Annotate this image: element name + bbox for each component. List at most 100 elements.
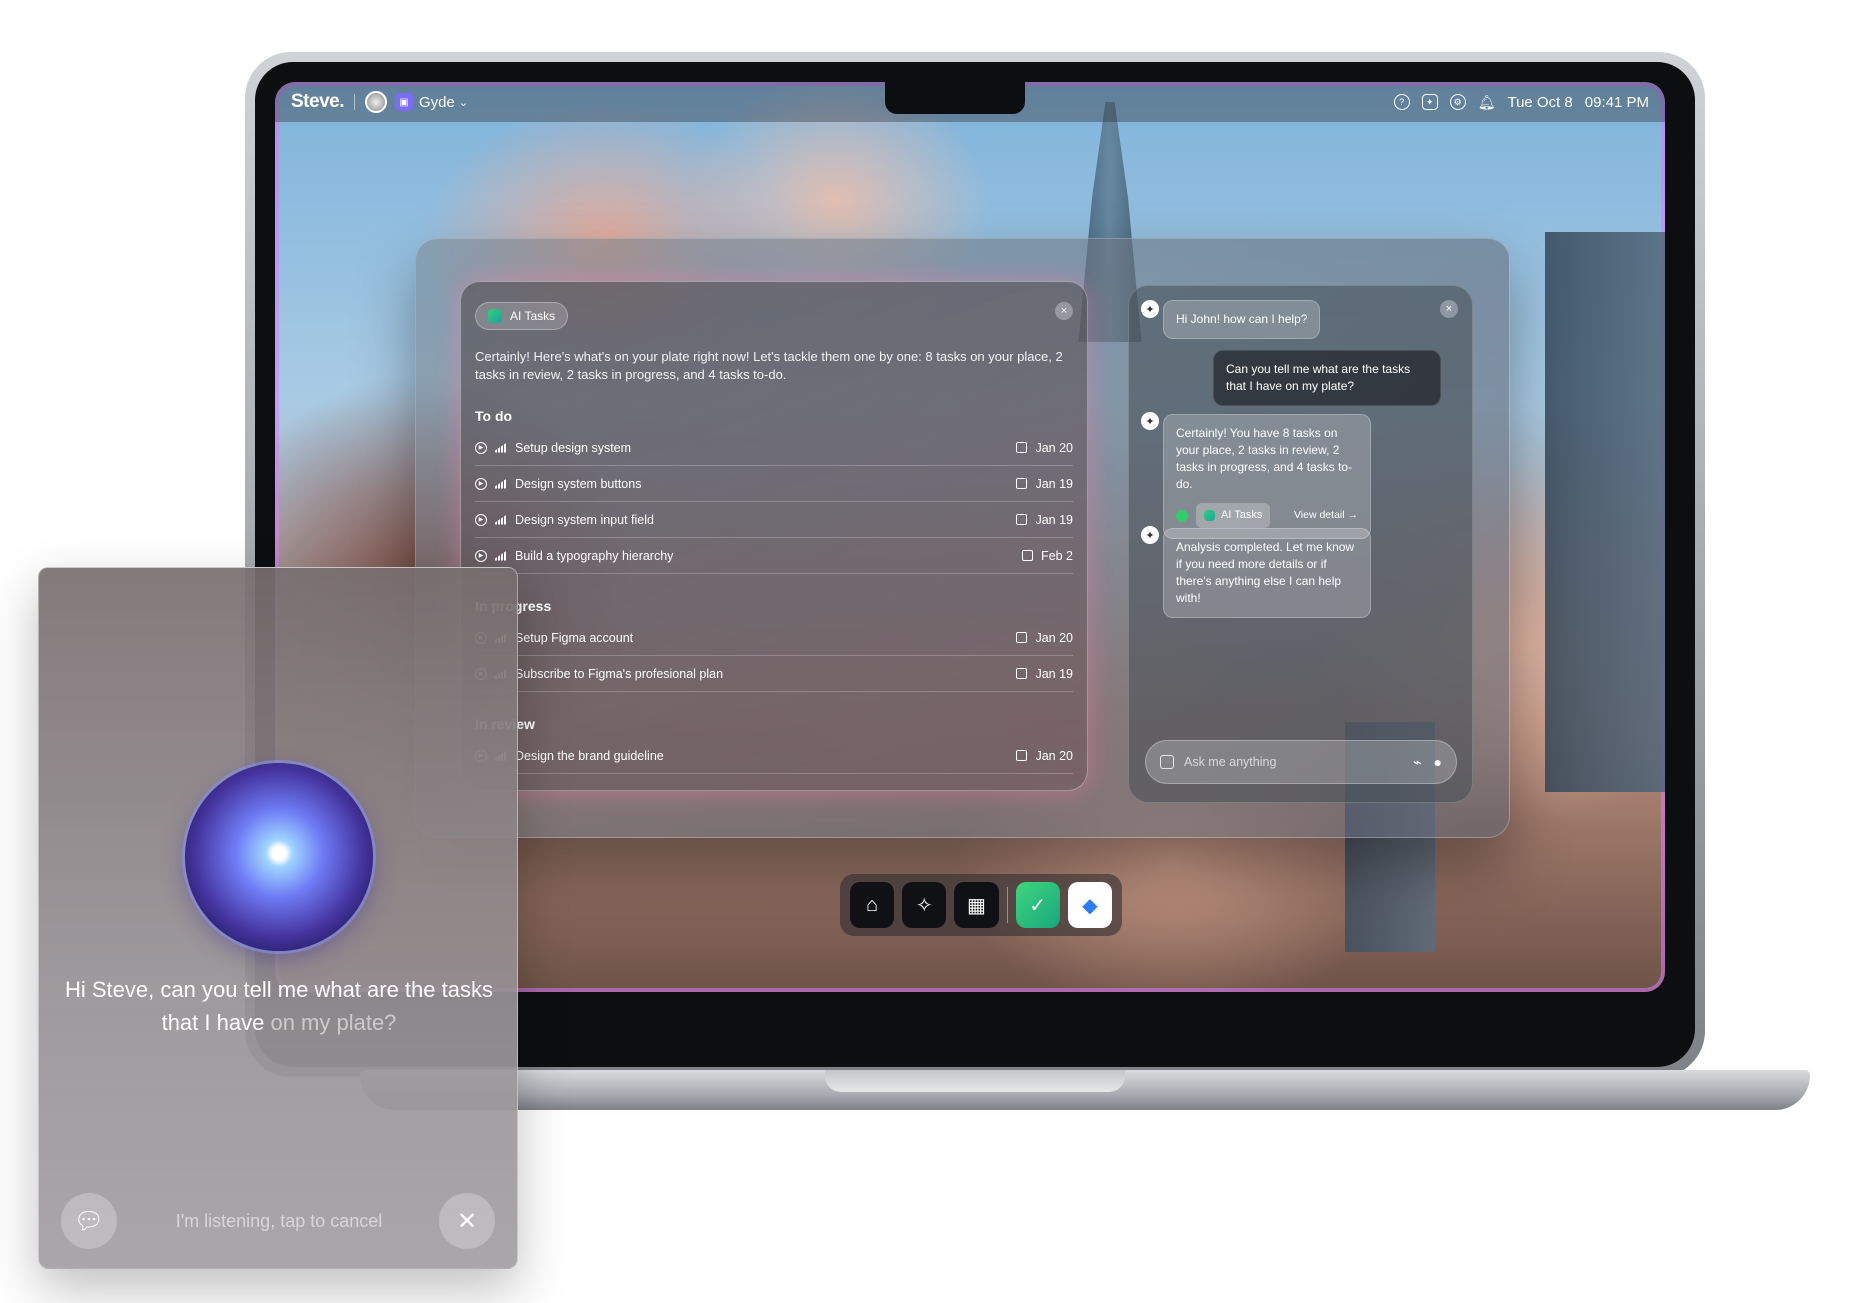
close-icon[interactable]: × bbox=[1440, 300, 1458, 318]
task-date: Jan 19 bbox=[1016, 477, 1073, 491]
calendar-icon bbox=[1022, 550, 1034, 561]
workspace-app-icon: ▣ bbox=[394, 93, 413, 111]
assistant-reply-text: Certainly! You have 8 tasks on your plac… bbox=[1176, 426, 1353, 491]
assistant-avatar-icon: ✦ bbox=[1141, 412, 1159, 430]
section-todo: To do ▶ Setup design system Jan 20 ▶ Des… bbox=[475, 408, 1073, 574]
ai-tasks-chip-label: AI Tasks bbox=[1221, 509, 1263, 521]
task-row[interactable]: ▶ Design system input field Jan 19 bbox=[475, 502, 1073, 538]
section-in-progress: In progress ▶ Setup Figma account Jan 20… bbox=[475, 598, 1073, 692]
voice-assistant-card: Hi Steve, can you tell me what are the t… bbox=[38, 567, 518, 1269]
chat-panel: × ✦ Hi John! how can I help? Can you tel… bbox=[1128, 285, 1473, 803]
ai-tasks-icon bbox=[488, 309, 502, 323]
chat-bubbles-icon[interactable]: 💬︎ bbox=[61, 1193, 117, 1249]
ai-tasks-chip-label: AI Tasks bbox=[510, 309, 556, 323]
help-icon[interactable]: ? bbox=[1393, 94, 1410, 110]
task-date-label: Jan 19 bbox=[1035, 476, 1073, 491]
ai-tasks-app-icon[interactable]: ✓ bbox=[1015, 882, 1060, 928]
task-date: Jan 20 bbox=[1016, 749, 1073, 763]
task-row[interactable]: ▶ Setup Figma account Jan 20 bbox=[475, 620, 1073, 656]
task-date-label: Jan 19 bbox=[1035, 666, 1073, 681]
task-row[interactable]: ▶ Setup design system Jan 20 bbox=[475, 430, 1073, 466]
task-date-label: Jan 20 bbox=[1035, 748, 1073, 763]
avatar[interactable] bbox=[364, 91, 387, 113]
chat-spark-icon[interactable]: ✧ bbox=[902, 882, 947, 928]
task-name: Subscribe to Figma's profesional plan bbox=[515, 666, 724, 681]
menubar-date: Tue Oct 8 bbox=[1507, 93, 1573, 111]
stage: Steve. ▣ Gyde ⌄ ? ✦ ⚙ 🔔︎ Tue Oct 8 09:41… bbox=[0, 0, 1860, 1303]
check-icon bbox=[1176, 509, 1188, 522]
assistant-avatar-icon: ✦ bbox=[1141, 300, 1159, 318]
task-date: Feb 2 bbox=[1022, 549, 1073, 563]
calendar-icon bbox=[1016, 668, 1028, 679]
task-name: Design system input field bbox=[515, 512, 654, 527]
calendar-icon bbox=[1016, 750, 1028, 761]
priority-icon bbox=[495, 514, 507, 525]
priority-icon bbox=[495, 550, 507, 561]
tasks-intro: Certainly! Here's what's on your plate r… bbox=[475, 349, 1063, 382]
background-building bbox=[1545, 232, 1665, 792]
section-title: To do bbox=[475, 408, 513, 424]
ai-tasks-chip[interactable]: AI Tasks bbox=[475, 302, 569, 330]
task-row[interactable]: ▶ Design the brand guideline Jan 20 bbox=[475, 738, 1073, 774]
laptop-base bbox=[360, 1070, 1810, 1110]
calendar-icon bbox=[1016, 514, 1028, 525]
close-icon[interactable]: × bbox=[1055, 302, 1073, 320]
brand-logo[interactable]: Steve. bbox=[291, 91, 344, 113]
calendar-icon bbox=[1016, 632, 1028, 643]
task-date-label: Jan 19 bbox=[1035, 512, 1073, 527]
task-date: Jan 20 bbox=[1016, 631, 1073, 645]
play-icon[interactable]: ▶ bbox=[475, 513, 487, 526]
home-icon[interactable]: ⌂ bbox=[850, 882, 895, 928]
chat-icon[interactable]: ✦ bbox=[1421, 94, 1438, 110]
camera-notch bbox=[885, 82, 1025, 114]
assistant-greeting-bubble: Hi John! how can I help? bbox=[1163, 300, 1321, 339]
chat-spark-icon bbox=[1160, 755, 1174, 769]
assistant-window: AI Tasks × Certainly! Here's what's on y… bbox=[415, 238, 1510, 838]
task-date-label: Jan 20 bbox=[1035, 630, 1073, 645]
play-icon[interactable]: ▶ bbox=[475, 477, 487, 490]
menubar-divider bbox=[353, 94, 355, 110]
task-date: Jan 20 bbox=[1016, 441, 1073, 455]
task-row[interactable]: ▶ Subscribe to Figma's profesional plan … bbox=[475, 656, 1073, 692]
section-title: In review bbox=[475, 716, 1073, 732]
play-icon[interactable]: ▶ bbox=[475, 549, 487, 562]
play-icon[interactable]: ▶ bbox=[475, 441, 487, 454]
section-title: In progress bbox=[475, 598, 552, 614]
gyde-app-icon[interactable]: ◆ bbox=[1067, 882, 1112, 928]
dock: ⌂ ✧ ▦ ✓ ◆ bbox=[840, 874, 1122, 936]
priority-icon bbox=[495, 478, 507, 489]
user-message-bubble: Can you tell me what are the tasks that … bbox=[1213, 350, 1441, 406]
task-date-label: Jan 20 bbox=[1035, 440, 1073, 455]
ask-input[interactable]: Ask me anything ⌁ ● bbox=[1145, 740, 1457, 784]
listening-status: I'm listening, tap to cancel bbox=[175, 1211, 383, 1231]
task-name: Build a typography hierarchy bbox=[515, 548, 674, 563]
dock-divider bbox=[1006, 887, 1008, 923]
assistant-followup-bubble: Analysis completed. Let me know if you n… bbox=[1163, 528, 1371, 618]
ai-tasks-chip[interactable]: AI Tasks bbox=[1196, 503, 1271, 528]
menubar-right: ? ✦ ⚙ 🔔︎ Tue Oct 8 09:41 PM bbox=[1393, 93, 1649, 111]
voice-transcript: Hi Steve, can you tell me what are the t… bbox=[59, 973, 499, 1039]
task-date: Jan 19 bbox=[1016, 667, 1073, 681]
voice-orb-icon[interactable] bbox=[185, 763, 373, 951]
grid-icon[interactable]: ▦ bbox=[954, 882, 999, 928]
task-name: Setup Figma account bbox=[515, 630, 634, 645]
task-row[interactable]: ▶ Build a typography hierarchy Feb 2 bbox=[475, 538, 1073, 574]
task-date: Jan 19 bbox=[1016, 513, 1073, 527]
gear-icon[interactable]: ⚙ bbox=[1449, 94, 1466, 110]
task-row[interactable]: ▶ Design system buttons Jan 19 bbox=[475, 466, 1073, 502]
assistant-avatar-icon: ✦ bbox=[1141, 526, 1159, 544]
task-name: Design the brand guideline bbox=[515, 748, 664, 763]
ask-actions: ⌁ ● bbox=[1413, 754, 1442, 771]
section-in-review: In review ▶ Design the brand guideline J… bbox=[475, 716, 1073, 774]
paperclip-icon[interactable]: ⌁ bbox=[1413, 754, 1421, 771]
workspace-switcher[interactable]: Gyde bbox=[419, 94, 455, 111]
ask-placeholder: Ask me anything bbox=[1184, 755, 1277, 769]
bell-icon[interactable]: 🔔︎ bbox=[1478, 94, 1496, 111]
transcript-dim: on my plate? bbox=[270, 1010, 397, 1035]
view-detail-link[interactable]: View detail → bbox=[1294, 507, 1358, 524]
microphone-icon[interactable]: ● bbox=[1434, 754, 1442, 771]
menubar-time: 09:41 PM bbox=[1584, 93, 1649, 111]
chevron-down-icon[interactable]: ⌄ bbox=[459, 96, 468, 109]
close-icon[interactable]: ✕ bbox=[439, 1193, 495, 1249]
ai-tasks-panel: AI Tasks × Certainly! Here's what's on y… bbox=[460, 281, 1088, 791]
